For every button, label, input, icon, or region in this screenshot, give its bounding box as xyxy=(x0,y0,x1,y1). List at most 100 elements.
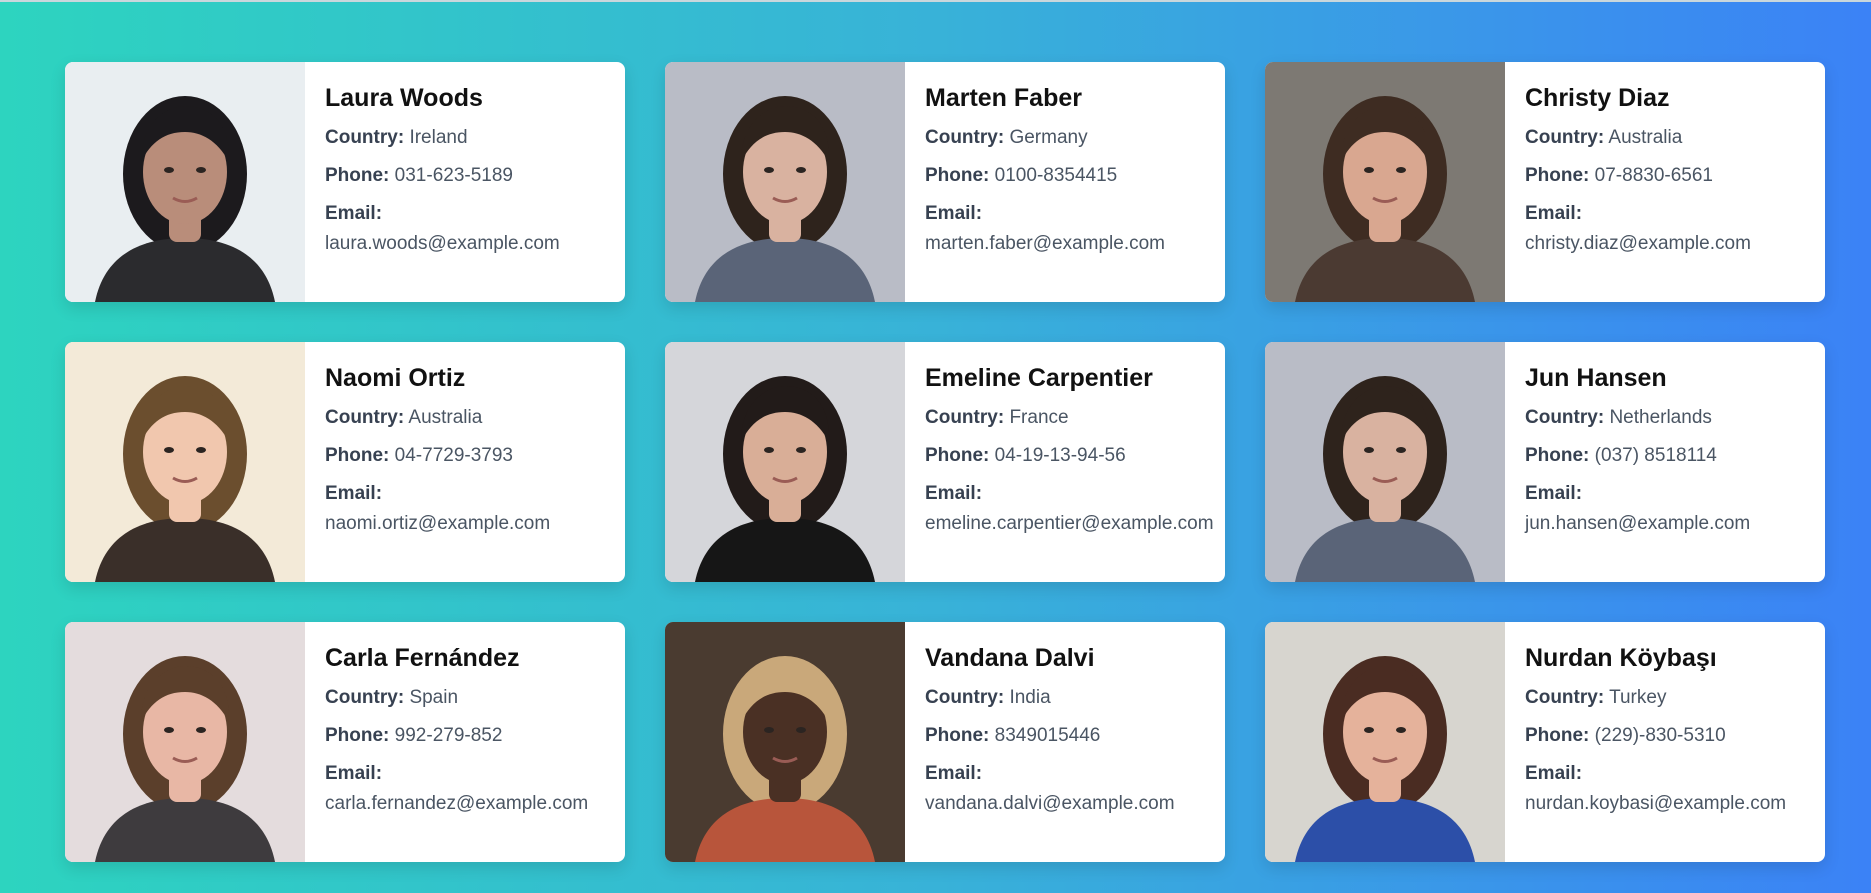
phone-label: Phone: xyxy=(925,165,990,186)
country-value: India xyxy=(1009,687,1051,708)
phone-value: 07-8830-6561 xyxy=(1594,165,1713,186)
email-value: marten.faber@example.com xyxy=(925,233,1165,254)
person-photo xyxy=(665,622,905,862)
country-label: Country: xyxy=(325,127,405,148)
person-card[interactable]: Vandana Dalvi Country: India Phone: 8349… xyxy=(665,622,1225,862)
person-name: Marten Faber xyxy=(925,84,1082,112)
email-label: Email: xyxy=(325,483,383,504)
phone-label: Phone: xyxy=(1525,165,1590,186)
person-photo xyxy=(1265,62,1505,302)
phone-row: Phone: 07-8830-6561 xyxy=(1525,165,1825,187)
phone-label: Phone: xyxy=(925,445,990,466)
phone-value: 04-19-13-94-56 xyxy=(994,445,1126,466)
email-value: christy.diaz@example.com xyxy=(1525,233,1751,254)
person-card[interactable]: Jun Hansen Country: Netherlands Phone: (… xyxy=(1265,342,1825,582)
country-label: Country: xyxy=(925,407,1005,428)
phone-row: Phone: 04-19-13-94-56 xyxy=(925,445,1225,467)
phone-label: Phone: xyxy=(325,725,390,746)
portrait-woman-icon xyxy=(1265,622,1505,862)
phone-value: (229)-830-5310 xyxy=(1594,725,1726,746)
top-border xyxy=(0,0,1871,2)
phone-row: Phone: (229)-830-5310 xyxy=(1525,725,1825,747)
country-value: Netherlands xyxy=(1609,407,1712,428)
country-label: Country: xyxy=(1525,407,1605,428)
country-value: Australia xyxy=(408,407,483,428)
person-name: Nurdan Köybaşı xyxy=(1525,644,1717,672)
country-row: Country: France xyxy=(925,407,1225,429)
country-row: Country: Netherlands xyxy=(1525,407,1825,429)
person-card[interactable]: Marten Faber Country: Germany Phone: 010… xyxy=(665,62,1225,302)
portrait-woman-headwrap-icon xyxy=(665,622,905,862)
email-value: jun.hansen@example.com xyxy=(1525,513,1751,534)
email-label: Email: xyxy=(1525,483,1583,504)
person-name: Emeline Carpentier xyxy=(925,364,1153,392)
phone-value: 8349015446 xyxy=(994,725,1101,746)
person-photo xyxy=(1265,342,1505,582)
person-info: Christy Diaz Country: Australia Phone: 0… xyxy=(1505,62,1825,302)
phone-label: Phone: xyxy=(1525,445,1590,466)
person-name: Vandana Dalvi xyxy=(925,644,1095,672)
people-grid: Laura Woods Country: Ireland Phone: 031-… xyxy=(65,62,1825,862)
person-photo xyxy=(665,342,905,582)
person-photo xyxy=(65,342,305,582)
person-name: Naomi Ortiz xyxy=(325,364,466,392)
person-card[interactable]: Carla Fernández Country: Spain Phone: 99… xyxy=(65,622,625,862)
country-row: Country: India xyxy=(925,687,1225,709)
email-value: nurdan.koybasi@example.com xyxy=(1525,793,1787,814)
person-card[interactable]: Emeline Carpentier Country: France Phone… xyxy=(665,342,1225,582)
email-label: Email: xyxy=(1525,203,1583,224)
country-value: Turkey xyxy=(1609,687,1667,708)
portrait-woman-glasses-icon xyxy=(1265,62,1505,302)
phone-row: Phone: 0100-8354415 xyxy=(925,165,1225,187)
country-label: Country: xyxy=(1525,127,1605,148)
person-info: Emeline Carpentier Country: France Phone… xyxy=(905,342,1225,582)
person-info: Vandana Dalvi Country: India Phone: 8349… xyxy=(905,622,1225,862)
country-row: Country: Turkey xyxy=(1525,687,1825,709)
person-name: Carla Fernández xyxy=(325,644,520,672)
portrait-woman-icon xyxy=(65,342,305,582)
country-value: Germany xyxy=(1009,127,1088,148)
person-name: Jun Hansen xyxy=(1525,364,1667,392)
person-card[interactable]: Laura Woods Country: Ireland Phone: 031-… xyxy=(65,62,625,302)
email-label: Email: xyxy=(325,203,383,224)
person-card[interactable]: Christy Diaz Country: Australia Phone: 0… xyxy=(1265,62,1825,302)
country-value: Australia xyxy=(1608,127,1683,148)
country-row: Country: Spain xyxy=(325,687,625,709)
person-name: Laura Woods xyxy=(325,84,483,112)
person-card[interactable]: Nurdan Köybaşı Country: Turkey Phone: (2… xyxy=(1265,622,1825,862)
phone-label: Phone: xyxy=(1525,725,1590,746)
country-label: Country: xyxy=(325,407,405,428)
email-value: naomi.ortiz@example.com xyxy=(325,513,551,534)
person-info: Laura Woods Country: Ireland Phone: 031-… xyxy=(305,62,625,302)
phone-value: 992-279-852 xyxy=(394,725,503,746)
email-label: Email: xyxy=(925,483,983,504)
phone-value: 04-7729-3793 xyxy=(394,445,513,466)
phone-label: Phone: xyxy=(925,725,990,746)
person-photo xyxy=(65,622,305,862)
email-label: Email: xyxy=(1525,763,1583,784)
portrait-man-suit-icon xyxy=(1265,342,1505,582)
country-label: Country: xyxy=(325,687,405,708)
country-value: Ireland xyxy=(409,127,468,148)
person-info: Carla Fernández Country: Spain Phone: 99… xyxy=(305,622,625,862)
email-label: Email: xyxy=(925,203,983,224)
country-row: Country: Ireland xyxy=(325,127,625,149)
portrait-woman-icon xyxy=(665,342,905,582)
email-label: Email: xyxy=(325,763,383,784)
phone-row: Phone: (037) 8518114 xyxy=(1525,445,1825,467)
country-row: Country: Australia xyxy=(1525,127,1825,149)
phone-row: Phone: 992-279-852 xyxy=(325,725,625,747)
phone-value: (037) 8518114 xyxy=(1594,445,1717,466)
country-label: Country: xyxy=(925,127,1005,148)
portrait-man-suit-icon xyxy=(665,62,905,302)
phone-row: Phone: 031-623-5189 xyxy=(325,165,625,187)
person-card[interactable]: Naomi Ortiz Country: Australia Phone: 04… xyxy=(65,342,625,582)
person-info: Naomi Ortiz Country: Australia Phone: 04… xyxy=(305,342,625,582)
phone-value: 031-623-5189 xyxy=(394,165,513,186)
country-label: Country: xyxy=(1525,687,1605,708)
country-row: Country: Australia xyxy=(325,407,625,429)
person-info: Jun Hansen Country: Netherlands Phone: (… xyxy=(1505,342,1825,582)
person-photo xyxy=(1265,622,1505,862)
country-value: France xyxy=(1009,407,1069,428)
email-label: Email: xyxy=(925,763,983,784)
